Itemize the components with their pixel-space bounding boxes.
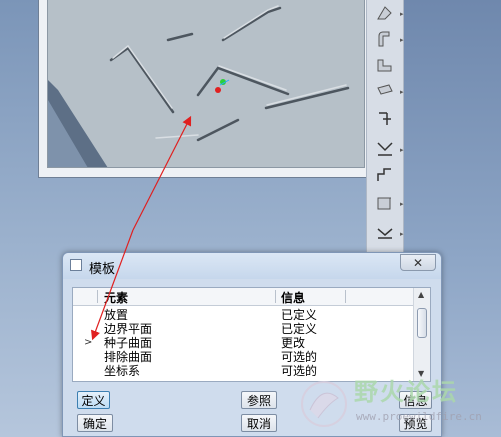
- watermark-url: www.proewildfire.cn: [356, 410, 482, 423]
- watermark-logo-icon: [301, 381, 347, 427]
- watermark-text: 野火论坛: [354, 378, 458, 406]
- forum-watermark: 野火论坛 www.proewildfire.cn: [296, 370, 501, 437]
